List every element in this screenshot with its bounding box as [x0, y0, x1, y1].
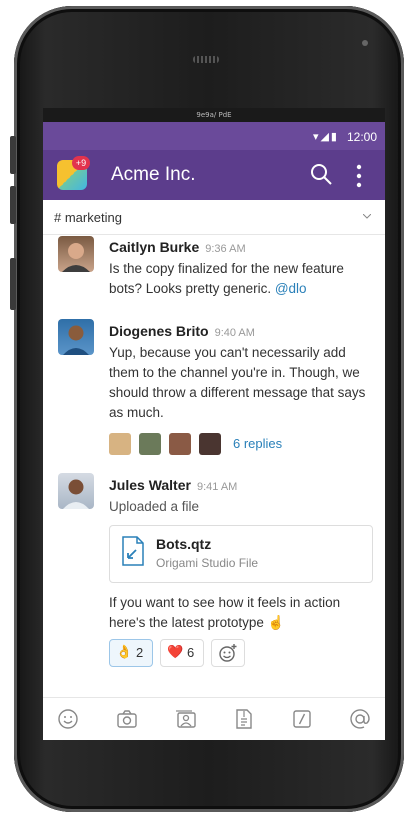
file-type: Origami Studio File	[156, 556, 259, 570]
front-camera	[362, 40, 368, 46]
participant-avatar	[169, 433, 191, 455]
message-text: Is the copy finalized for the new featur…	[109, 261, 344, 296]
reaction-emoji: 👌	[116, 644, 133, 659]
chevron-down-icon[interactable]	[363, 214, 371, 219]
notification-badge: +9	[72, 156, 90, 170]
channel-header[interactable]: # marketing	[43, 200, 385, 235]
reaction-button[interactable]: 👌 2	[109, 639, 153, 667]
avatar[interactable]	[58, 473, 94, 509]
add-emoji-icon	[219, 644, 237, 662]
photo-library-icon[interactable]	[175, 708, 197, 730]
workspace-title[interactable]: Acme Inc.	[111, 164, 195, 186]
screen: 9e9a/ PdE ▾◢▮ 12:00 +9 Acme Inc. # marke…	[43, 108, 385, 740]
file-name: Bots.qtz	[156, 536, 212, 552]
emoji-icon[interactable]	[57, 708, 79, 730]
status-bar: ▾◢▮ 12:00	[43, 122, 385, 150]
power-button	[10, 258, 16, 310]
participant-avatar	[109, 433, 131, 455]
message-timestamp: 9:36 AM	[205, 243, 246, 255]
notch-label: 9e9a/ PdE	[43, 108, 385, 122]
message-author[interactable]: Diogenes Brito 9:40 AM	[109, 323, 255, 339]
participant-avatar	[199, 433, 221, 455]
reaction-emoji: ❤️	[167, 644, 184, 659]
message-timestamp: 9:41 AM	[196, 481, 238, 493]
message-list[interactable]: Caitlyn Burke 9:36 AM Is the copy finaliz…	[43, 235, 385, 695]
status-time: 12:00	[346, 130, 377, 144]
file-icon	[122, 536, 144, 566]
app-bar: +9 Acme Inc.	[43, 150, 385, 200]
reaction-count: 6	[187, 645, 195, 660]
more-menu-icon[interactable]	[354, 164, 364, 188]
user-mention-link[interactable]: @dlo	[275, 281, 307, 296]
camera-icon[interactable]	[116, 708, 138, 730]
replies-link[interactable]: 6 replies	[233, 436, 282, 451]
slash-command-icon[interactable]	[291, 708, 313, 730]
channel-name: # marketing	[54, 210, 122, 225]
message-author[interactable]: Jules Walter 9:41 AM	[109, 477, 237, 493]
reaction-count: 2	[136, 645, 144, 660]
avatar[interactable]	[58, 236, 94, 272]
reaction-button[interactable]: ❤️ 6	[160, 639, 204, 667]
volume-down-button	[10, 186, 16, 224]
volume-up-button	[10, 136, 16, 174]
add-reaction-button[interactable]	[211, 639, 245, 667]
mention-icon[interactable]	[349, 708, 371, 730]
file-upload-icon[interactable]	[233, 708, 255, 730]
participant-avatar	[139, 433, 161, 455]
message-text: Uploaded a file	[109, 499, 200, 514]
composer-toolbar	[43, 697, 385, 740]
thread-replies[interactable]: 6 replies	[109, 433, 329, 457]
message-author[interactable]: Caitlyn Burke 9:36 AM	[109, 239, 246, 255]
message-text: Yup, because you can't necessarily add t…	[109, 345, 366, 420]
file-attachment[interactable]: Bots.qtz Origami Studio File	[109, 525, 373, 583]
signal-battery-icons: ▾◢▮	[312, 131, 339, 143]
message-timestamp: 9:40 AM	[214, 327, 255, 339]
message-text: If you want to see how it feels in actio…	[109, 595, 341, 630]
search-icon[interactable]	[309, 162, 333, 186]
avatar[interactable]	[58, 319, 94, 355]
earpiece-speaker	[193, 56, 219, 63]
